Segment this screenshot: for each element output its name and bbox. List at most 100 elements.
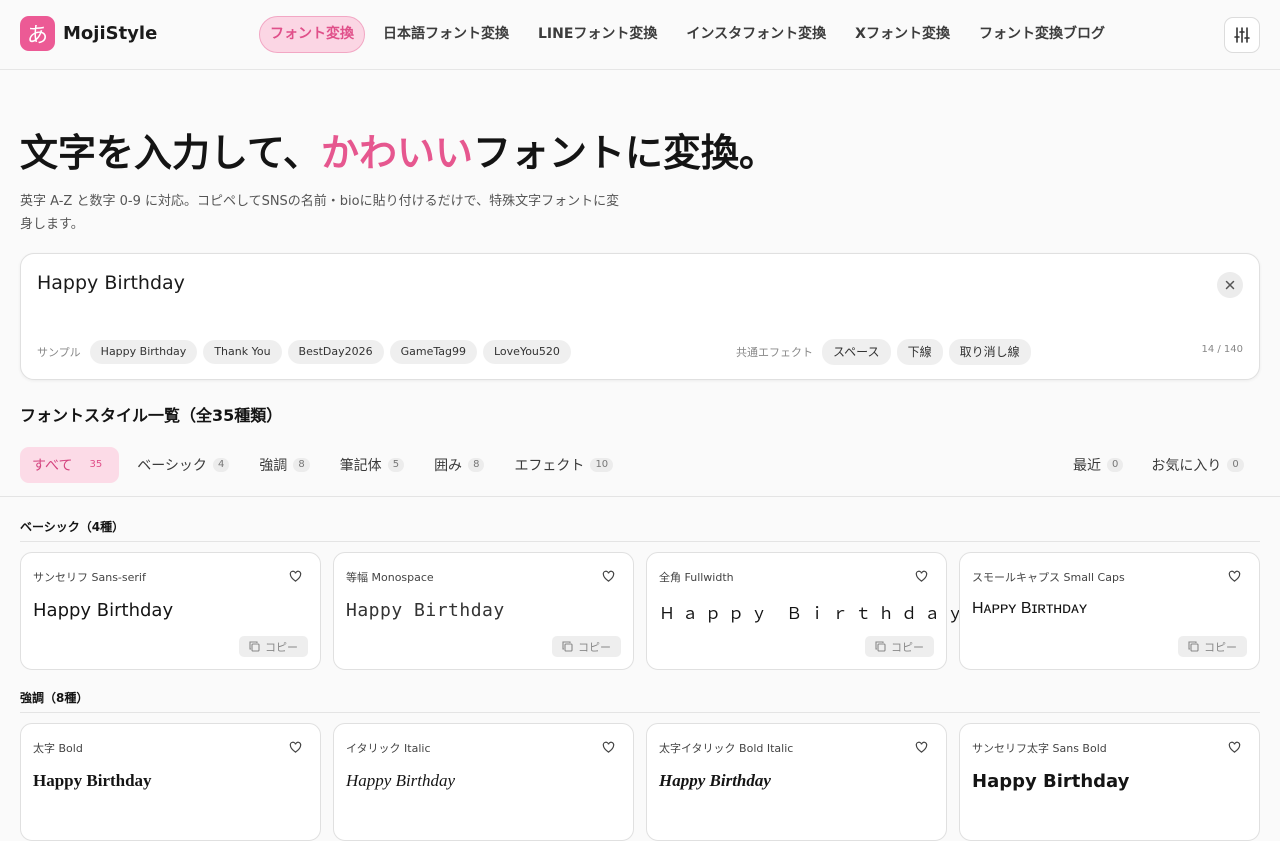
- font-card-small-caps[interactable]: スモールキャプス Small Caps Hᴀᴘᴘʏ Bɪʀᴛʜᴅᴀʏ コピー: [959, 552, 1260, 670]
- sample-row: サンプル Happy Birthday Thank You BestDay202…: [37, 340, 577, 364]
- filter-script[interactable]: 筆記体 5: [328, 447, 416, 483]
- char-counter: 14 / 140: [1201, 344, 1243, 355]
- copy-button[interactable]: コピー: [1178, 636, 1247, 657]
- logo-text: MojiStyle: [63, 23, 158, 44]
- heart-icon[interactable]: [915, 741, 928, 754]
- heart-icon[interactable]: [915, 570, 928, 583]
- hero-title-post: フォントに変換。: [472, 131, 777, 175]
- card-label: 太字 Bold: [33, 742, 83, 755]
- card-label: イタリック Italic: [346, 742, 431, 755]
- filter-label: 囲み: [434, 458, 463, 474]
- copy-icon: [1188, 641, 1199, 652]
- personal-filters: 最近 0 お気に入り 0: [1061, 447, 1260, 483]
- filter-count: 5: [387, 458, 405, 472]
- hero-title-accent: かわいい: [320, 131, 473, 175]
- nav-x-font[interactable]: Xフォント変換: [844, 16, 961, 53]
- font-card-bold-italic[interactable]: 太字イタリック Bold Italic Happy Birthday: [646, 723, 947, 841]
- logo[interactable]: あ MojiStyle: [20, 16, 157, 51]
- section-divider: [20, 541, 1260, 542]
- filter-count: 8: [468, 458, 485, 472]
- hero-title: 文字を入力して、かわいいフォントに変換。: [20, 122, 777, 177]
- logo-mark: あ: [20, 16, 55, 51]
- filter-label: 筆記体: [339, 458, 382, 474]
- sample-chip[interactable]: Happy Birthday: [89, 340, 198, 364]
- filter-recent[interactable]: 最近 0: [1061, 447, 1135, 483]
- font-preview: Happy Birthday: [972, 771, 1130, 792]
- copy-icon: [249, 641, 260, 652]
- text-input[interactable]: Happy Birthday: [37, 272, 185, 294]
- heart-icon[interactable]: [1228, 570, 1241, 583]
- filter-label: 最近: [1073, 458, 1101, 474]
- font-card-monospace[interactable]: 等幅 Monospace Happy Birthday コピー: [333, 552, 634, 670]
- sample-chip[interactable]: BestDay2026: [287, 340, 384, 364]
- top-bar: あ MojiStyle フォント変換 日本語フォント変換 LINEフォント変換 …: [0, 0, 1280, 70]
- filter-count: 35: [89, 459, 103, 470]
- font-preview: Happy Birthday: [33, 600, 174, 621]
- text-input-card: Happy Birthday サンプル Happy Birthday Thank…: [20, 253, 1260, 380]
- copy-button[interactable]: コピー: [552, 636, 621, 657]
- samples-label: サンプル: [37, 346, 81, 359]
- close-icon: [1225, 280, 1235, 290]
- filter-basic[interactable]: ベーシック 4: [125, 447, 241, 483]
- font-preview: Ｈａｐｐｙ Ｂｉｒｔｈｄａｙ: [659, 604, 971, 623]
- card-label: 全角 Fullwidth: [659, 571, 734, 584]
- effect-strikethrough-chip[interactable]: 取り消し線: [948, 339, 1031, 365]
- effects-row: 共通エフェクト スペース 下線 取り消し線: [736, 339, 1037, 365]
- nav-font-convert[interactable]: フォント変換: [259, 16, 365, 53]
- clear-button[interactable]: [1217, 272, 1243, 298]
- copy-button[interactable]: コピー: [239, 636, 308, 657]
- filter-label: 強調: [259, 458, 288, 474]
- filter-emphasis[interactable]: 強調 8: [247, 447, 321, 483]
- filter-label: すべて: [32, 458, 73, 474]
- filter-label: お気に入り: [1151, 458, 1222, 474]
- main-nav: フォント変換 日本語フォント変換 LINEフォント変換 インスタフォント変換 X…: [259, 16, 1123, 53]
- settings-button[interactable]: [1224, 17, 1260, 53]
- sample-chip[interactable]: GameTag99: [389, 340, 477, 364]
- heart-icon[interactable]: [289, 570, 302, 583]
- font-card-sans-bold[interactable]: サンセリフ太字 Sans Bold Happy Birthday: [959, 723, 1260, 841]
- heart-icon[interactable]: [1228, 741, 1241, 754]
- copy-label: コピー: [578, 640, 611, 654]
- section-title-emphasis: 強調（8種）: [20, 691, 89, 705]
- sliders-icon: [1234, 27, 1250, 43]
- card-label: サンセリフ太字 Sans Bold: [972, 742, 1107, 755]
- copy-button[interactable]: コピー: [865, 636, 934, 657]
- heart-icon[interactable]: [289, 741, 302, 754]
- effect-underline-chip[interactable]: 下線: [896, 339, 943, 365]
- heart-icon[interactable]: [602, 741, 615, 754]
- filter-enclosed[interactable]: 囲み 8: [422, 447, 496, 483]
- copy-label: コピー: [265, 640, 298, 654]
- sample-chip[interactable]: LoveYou520: [483, 340, 571, 364]
- nav-line-font[interactable]: LINEフォント変換: [527, 16, 668, 53]
- font-card-bold[interactable]: 太字 Bold Happy Birthday: [20, 723, 321, 841]
- heart-icon[interactable]: [602, 570, 615, 583]
- filter-label: エフェクト: [514, 458, 585, 474]
- filters-divider: [0, 496, 1280, 497]
- filter-effect[interactable]: エフェクト 10: [502, 447, 625, 483]
- filter-count: 0: [1107, 458, 1124, 472]
- filter-favorites[interactable]: お気に入り 0: [1139, 447, 1255, 483]
- font-preview: Happy Birthday: [346, 600, 505, 621]
- card-label: 等幅 Monospace: [346, 571, 434, 584]
- filter-all[interactable]: すべて 35: [20, 447, 120, 483]
- nav-insta-font[interactable]: インスタフォント変換: [675, 16, 837, 53]
- font-preview: Happy Birthday: [346, 771, 456, 790]
- copy-label: コピー: [891, 640, 924, 654]
- font-card-sans-serif[interactable]: サンセリフ Sans-serif Happy Birthday コピー: [20, 552, 321, 670]
- font-preview: Hᴀᴘᴘʏ Bɪʀᴛʜᴅᴀʏ: [972, 600, 1088, 617]
- font-list-title: フォントスタイル一覧（全35種類）: [20, 406, 283, 425]
- effects-label: 共通エフェクト: [736, 346, 813, 359]
- copy-label: コピー: [1204, 640, 1237, 654]
- nav-blog[interactable]: フォント変換ブログ: [968, 16, 1116, 53]
- font-card-fullwidth[interactable]: 全角 Fullwidth Ｈａｐｐｙ Ｂｉｒｔｈｄａｙ コピー: [646, 552, 963, 670]
- copy-icon: [875, 641, 886, 652]
- section-title-basic: ベーシック（4種）: [20, 520, 125, 534]
- font-card-italic[interactable]: イタリック Italic Happy Birthday: [333, 723, 634, 841]
- effect-space-chip[interactable]: スペース: [822, 339, 891, 365]
- section-divider: [20, 712, 1260, 713]
- nav-japanese-font[interactable]: 日本語フォント変換: [372, 16, 520, 53]
- filter-count: 8: [293, 458, 310, 472]
- sample-chip[interactable]: Thank You: [203, 340, 282, 364]
- filter-count: 4: [212, 458, 230, 472]
- hero-subtitle: 英字 A-Z と数字 0-9 に対応。コピペしてSNSの名前・bioに貼り付ける…: [20, 194, 620, 232]
